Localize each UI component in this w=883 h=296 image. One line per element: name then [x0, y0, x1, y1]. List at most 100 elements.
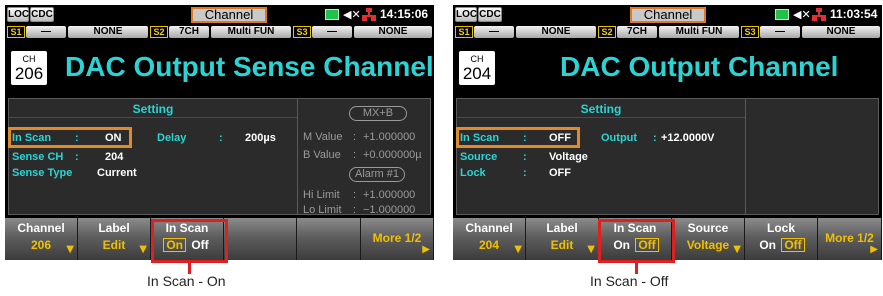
setting-heading: Setting: [580, 102, 622, 116]
next-page-icon: ▶: [422, 244, 430, 255]
output-value: +12.0000V: [661, 132, 715, 144]
softkey-source[interactable]: Source Voltage ▼: [672, 218, 745, 260]
slot-3-card: NONE: [354, 26, 432, 38]
clock-time: 14:15:06: [380, 7, 429, 21]
output-key: Output: [601, 132, 638, 144]
softkey-blank-4[interactable]: [224, 218, 297, 260]
mute-icon: ◀✕: [793, 8, 811, 21]
in-scan-callout-box: [151, 219, 228, 263]
delay-key: Delay: [157, 132, 187, 144]
settings-panel: Setting In Scan : OFF Source : Voltage L…: [456, 98, 879, 215]
loc-badge: LOC: [7, 7, 30, 22]
source-colon: :: [523, 151, 527, 163]
settings-panel: Setting In Scan : ON Sense CH : 204 Sens…: [8, 98, 431, 216]
alarm-pill: Alarm #1: [349, 167, 405, 182]
slot-2-channels: 7CH: [169, 26, 209, 38]
hi-limit-colon: :: [353, 189, 357, 201]
delay-value: 200µs: [245, 132, 276, 144]
next-page-icon: ▶: [870, 244, 878, 255]
m-value-key: M Value: [303, 131, 343, 143]
math-divider: [297, 99, 298, 214]
softkey-label[interactable]: Label Edit ▼: [526, 218, 599, 260]
source-arrow-icon: ▼: [733, 244, 741, 255]
softkey-label-label: Label: [98, 221, 130, 235]
channel-header: CH 206 DAC Output Sense Channel: [5, 41, 434, 95]
sense-ch-colon: :: [75, 151, 79, 163]
mxb-pill: MX+B: [349, 106, 407, 121]
source-key: Source: [460, 151, 498, 163]
softkey-channel-label: Channel: [465, 221, 513, 235]
lock-colon: :: [523, 167, 527, 179]
setting-heading: Setting: [132, 102, 174, 116]
b-value-colon: :: [353, 149, 357, 161]
delay-colon: :: [219, 132, 223, 144]
softkey-source-label: Source: [687, 221, 729, 235]
mute-icon: ◀✕: [343, 8, 361, 21]
lock-value: OFF: [549, 167, 571, 179]
slot-1-badge: S1: [455, 26, 473, 38]
channel-title: DAC Output Channel: [560, 51, 839, 82]
slot-1-badge: S1: [7, 26, 25, 38]
lock-on-option: On: [759, 238, 776, 252]
channel-box: CH 204: [459, 51, 495, 85]
caption-in-scan-on: In Scan - On: [147, 273, 226, 289]
b-value: +0.000000µ: [363, 149, 422, 161]
slot-bar: S1 — NONE S2 7CH Multi FUN S3 — NONE: [5, 25, 434, 39]
slot-2-channels: 7CH: [617, 26, 657, 38]
lo-limit-colon: :: [353, 204, 357, 216]
hi-limit-value: +1.000000: [363, 189, 416, 201]
sense-ch-key: Sense CH: [12, 151, 64, 163]
sense-ch-value: 204: [105, 151, 124, 163]
scroll-knob-icon: ▼: [514, 244, 522, 255]
softkey-more-label: More 1/2: [372, 231, 422, 245]
slot-3-channels: —: [760, 26, 800, 38]
battery-icon: [775, 9, 789, 20]
hi-limit-key: Hi Limit: [303, 189, 340, 201]
b-value-key: B Value: [303, 149, 341, 161]
menu-title: Channel: [630, 7, 706, 23]
channel-header: CH 204 DAC Output Channel: [453, 41, 882, 95]
softkey-lock[interactable]: Lock On Off: [745, 218, 818, 260]
lock-off-option: Off: [781, 238, 805, 252]
cdc-badge: CDC: [30, 7, 54, 22]
slot-1-channels: —: [26, 26, 66, 38]
slot-1-card: NONE: [68, 26, 148, 38]
softkey-label[interactable]: Label Edit ▼: [78, 218, 151, 260]
slot-2-card: Multi FUN: [659, 26, 739, 38]
slot-3-card: NONE: [802, 26, 880, 38]
status-bar: LOC CDC Channel ◀✕ 14:15:06: [5, 5, 434, 24]
slot-2-badge: S2: [598, 26, 616, 38]
slot-1-channels: —: [474, 26, 514, 38]
setting-divider: [9, 117, 297, 118]
loc-badge: LOC: [455, 7, 478, 22]
softkey-blank-5[interactable]: [297, 218, 361, 260]
lan-icon: [812, 8, 826, 21]
sense-type-value: Current: [97, 167, 137, 179]
channel-title: DAC Output Sense Channel: [65, 51, 434, 82]
softkey-more[interactable]: More 1/2 ▶: [361, 218, 434, 260]
cdc-badge: CDC: [478, 7, 502, 22]
scroll-knob-icon: ▼: [66, 244, 74, 255]
side-divider: [745, 99, 746, 214]
softkey-lock-label: Lock: [766, 221, 795, 235]
in-scan-highlight: [8, 127, 132, 148]
channel-box-number: 206: [14, 64, 44, 83]
menu-title: Channel: [191, 7, 267, 23]
channel-box: CH 206: [11, 51, 47, 85]
softkey-label-label: Label: [546, 221, 578, 235]
slot-2-card: Multi FUN: [211, 26, 291, 38]
caption-in-scan-off: In Scan - Off: [590, 273, 669, 289]
softkey-channel[interactable]: Channel 204 ▼: [453, 218, 526, 260]
lo-limit-key: Lo Limit: [303, 204, 342, 216]
softkey-channel[interactable]: Channel 206 ▼: [5, 218, 78, 260]
softkey-more-label: More 1/2: [825, 231, 874, 245]
slot-3-badge: S3: [741, 26, 759, 38]
slot-3-channels: —: [312, 26, 352, 38]
clock-time: 11:03:54: [830, 7, 878, 21]
channel-box-label: CH: [470, 54, 484, 64]
softkey-more[interactable]: More 1/2 ▶: [818, 218, 882, 260]
m-value-colon: :: [353, 131, 357, 143]
slot-3-badge: S3: [293, 26, 311, 38]
lock-toggle: On Off: [745, 238, 817, 252]
source-value: Voltage: [549, 151, 588, 163]
